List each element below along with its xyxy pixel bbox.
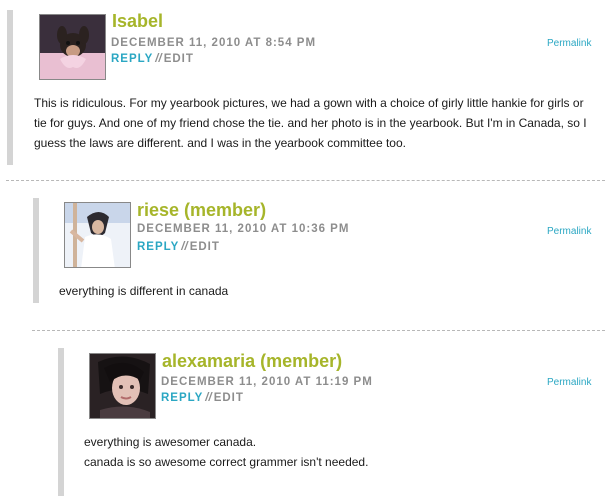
comment-date: DECEMBER 11, 2010 AT 11:19 PM [161, 376, 373, 388]
author-name[interactable]: riese (member) [137, 200, 266, 221]
comment-line: everything is awesomer canada. [84, 435, 257, 449]
comment-actions: REPLY//EDIT [111, 53, 194, 65]
comment-body: everything is different in canada [59, 281, 599, 301]
divider [32, 330, 605, 331]
comment-body: This is ridiculous. For my yearbook pict… [34, 93, 604, 153]
separator: // [205, 392, 212, 404]
comment-body: everything is awesomer canada. canada is… [84, 432, 599, 472]
edit-link[interactable]: EDIT [214, 392, 244, 404]
avatar[interactable] [89, 353, 156, 419]
permalink[interactable]: Permalink [547, 377, 591, 388]
divider [6, 180, 605, 181]
comment-riese: riese (member) DECEMBER 11, 2010 AT 10:3… [0, 190, 605, 320]
permalink[interactable]: Permalink [547, 38, 591, 49]
comment-line: tie for guys. And one of my friend chose… [34, 116, 587, 130]
reply-link[interactable]: REPLY [137, 241, 179, 253]
comment-date: DECEMBER 11, 2010 AT 10:36 PM [137, 223, 350, 235]
edit-link[interactable]: EDIT [190, 241, 220, 253]
comment-date: DECEMBER 11, 2010 AT 8:54 PM [111, 37, 317, 49]
comment-actions: REPLY//EDIT [161, 392, 244, 404]
avatar[interactable] [39, 14, 106, 80]
permalink[interactable]: Permalink [547, 226, 591, 237]
comment-actions: REPLY//EDIT [137, 241, 220, 253]
author-name[interactable]: alexamaria (member) [162, 351, 342, 372]
comment-isabel: Isabel DECEMBER 11, 2010 AT 8:54 PM REPL… [0, 0, 605, 165]
separator: // [155, 53, 162, 65]
thread-bar [58, 348, 64, 496]
comment-line: canada is so awesome correct grammer isn… [84, 455, 369, 469]
thread-bar [33, 198, 39, 303]
comment-line: everything is different in canada [59, 284, 229, 298]
comment-line: guess the laws are different. and I was … [34, 136, 406, 150]
comment-line: This is ridiculous. For my yearbook pict… [34, 96, 584, 110]
author-name[interactable]: Isabel [112, 11, 163, 32]
comment-alexamaria: alexamaria (member) DECEMBER 11, 2010 AT… [0, 340, 605, 496]
edit-link[interactable]: EDIT [164, 53, 194, 65]
reply-link[interactable]: REPLY [111, 53, 153, 65]
avatar[interactable] [64, 202, 131, 268]
reply-link[interactable]: REPLY [161, 392, 203, 404]
separator: // [181, 241, 188, 253]
thread-bar [7, 10, 13, 165]
